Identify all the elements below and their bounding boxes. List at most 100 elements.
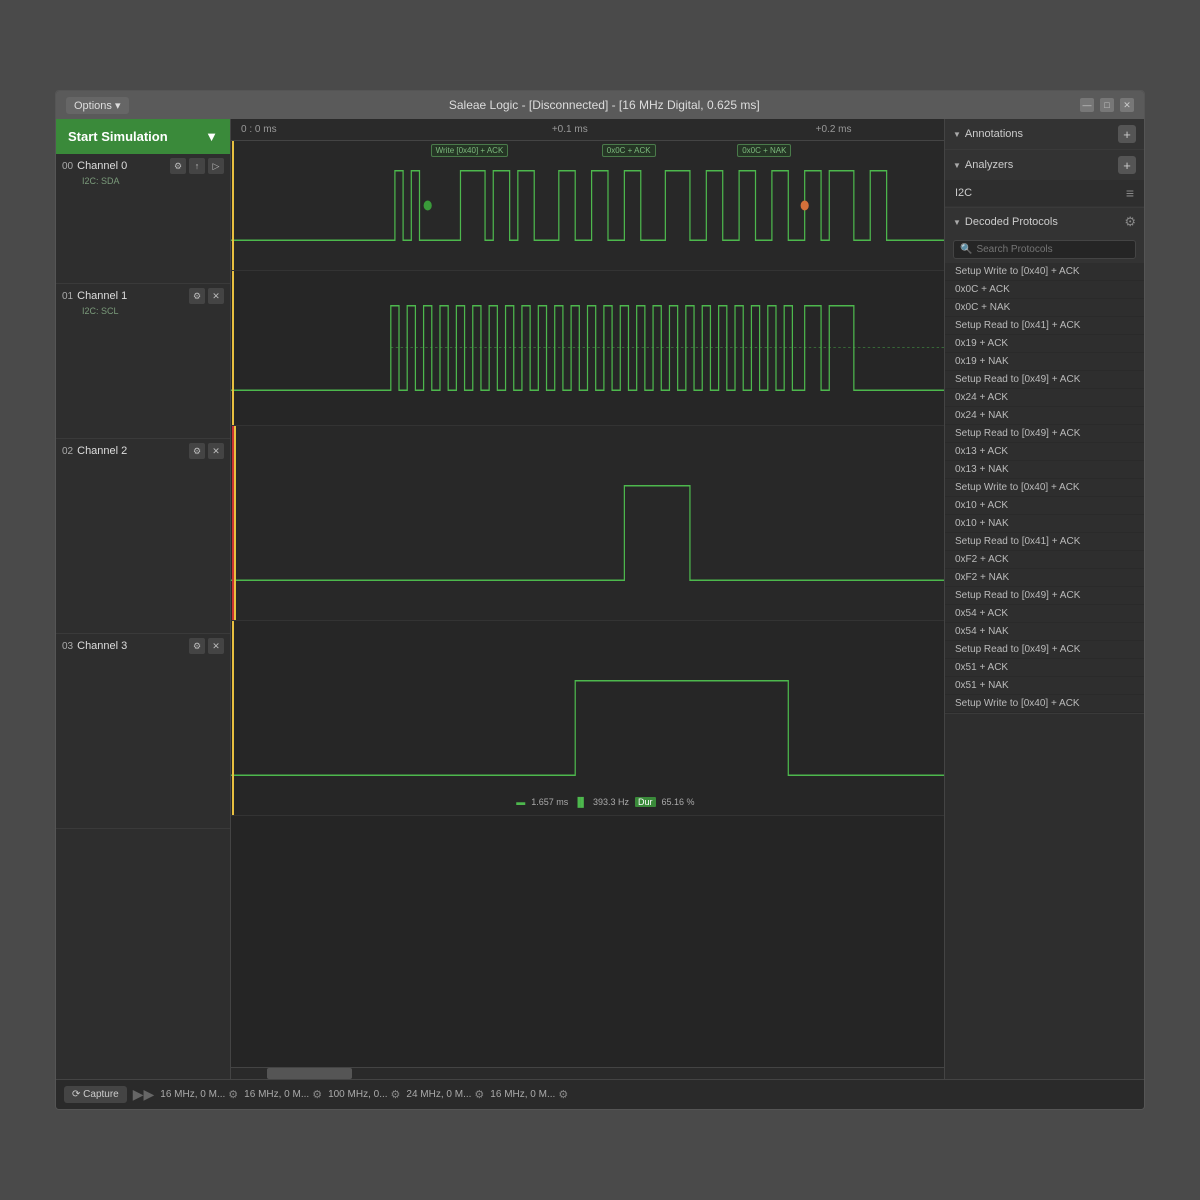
channel-1-name: Channel 1	[77, 290, 189, 302]
horizontal-scrollbar[interactable]	[231, 1067, 944, 1079]
close-button[interactable]: ✕	[1120, 98, 1134, 112]
protocols-search: 🔍	[945, 236, 1144, 263]
channel-1-num: 01	[62, 291, 73, 302]
protocol-list-item[interactable]: 0x13 + NAK	[945, 461, 1144, 479]
protocol-list-item[interactable]: 0x0C + ACK	[945, 281, 1144, 299]
protocol-list-item[interactable]: 0xF2 + ACK	[945, 551, 1144, 569]
annotations-header[interactable]: ▼ Annotations +	[945, 119, 1144, 149]
search-icon: 🔍	[960, 244, 972, 255]
analyzer-i2c-menu[interactable]: ≡	[1126, 185, 1134, 201]
protocol-list-item[interactable]: 0x10 + ACK	[945, 497, 1144, 515]
channel-0-row: 00 Channel 0 ⚙ ↑ ▷ I2C: SDA	[56, 154, 230, 284]
waveform-channels: Write [0x40] + ACK 0x0C + ACK 0x0C + NAK	[231, 141, 944, 1067]
ch-config-gear-4[interactable]: ⚙	[558, 1088, 568, 1101]
protocol-list-item[interactable]: Setup Read to [0x41] + ACK	[945, 533, 1144, 551]
channel-0-header: 00 Channel 0 ⚙ ↑ ▷	[62, 158, 224, 174]
channel-2-name: Channel 2	[77, 445, 189, 457]
ch-config-label-2: 100 MHz, 0...	[328, 1089, 387, 1100]
waveform-area: 0 : 0 ms +0.1 ms +0.2 ms Write [0x40] + …	[231, 119, 944, 1079]
channel-3-name: Channel 3	[77, 640, 189, 652]
channel-1-close[interactable]: ✕	[208, 288, 224, 304]
protocol-list-item[interactable]: 0x24 + ACK	[945, 389, 1144, 407]
ch-config-gear-0[interactable]: ⚙	[228, 1088, 238, 1101]
channel-3-close[interactable]: ✕	[208, 638, 224, 654]
protocol-list-item[interactable]: 0x51 + NAK	[945, 677, 1144, 695]
protocol-list-item[interactable]: Setup Read to [0x49] + ACK	[945, 587, 1144, 605]
channel-2-close[interactable]: ✕	[208, 443, 224, 459]
protocol-list-item[interactable]: 0x54 + ACK	[945, 605, 1144, 623]
ch-config-gear-2[interactable]: ⚙	[391, 1088, 401, 1101]
protocols-search-input[interactable]	[976, 244, 1129, 255]
channel-2-num: 02	[62, 446, 73, 457]
protocol-list-item[interactable]: 0x24 + NAK	[945, 407, 1144, 425]
protocol-list-item[interactable]: 0xF2 + NAK	[945, 569, 1144, 587]
channel-0-controls: ⚙ ↑ ▷	[170, 158, 224, 174]
time-ruler: 0 : 0 ms +0.1 ms +0.2 ms	[231, 119, 944, 141]
app-title: Saleae Logic - [Disconnected] - [16 MHz …	[129, 98, 1081, 112]
protocol-list-item[interactable]: Setup Read to [0x49] + ACK	[945, 425, 1144, 443]
decoded-protocols-gear[interactable]: ⚙	[1124, 214, 1136, 230]
ch-config-gear-1[interactable]: ⚙	[312, 1088, 322, 1101]
waveform-channel-0[interactable]: Write [0x40] + ACK 0x0C + ACK 0x0C + NAK	[231, 141, 944, 271]
protocol-list-item[interactable]: Setup Read to [0x41] + ACK	[945, 317, 1144, 335]
app-window: Options ▾ Saleae Logic - [Disconnected] …	[55, 90, 1145, 1110]
channel-1-gear[interactable]: ⚙	[189, 288, 205, 304]
analyzers-add-btn[interactable]: +	[1118, 156, 1136, 174]
channel-2-gear[interactable]: ⚙	[189, 443, 205, 459]
channel-0-up[interactable]: ↑	[189, 158, 205, 174]
protocol-list-item[interactable]: Setup Write to [0x40] + ACK	[945, 695, 1144, 713]
title-bar: Options ▾ Saleae Logic - [Disconnected] …	[56, 91, 1144, 119]
channel-2-row: 02 Channel 2 ⚙ ✕	[56, 439, 230, 634]
protocol-list-item[interactable]: Setup Write to [0x40] + ACK	[945, 479, 1144, 497]
protocol-list-item[interactable]: 0x13 + ACK	[945, 443, 1144, 461]
search-wrapper[interactable]: 🔍	[953, 240, 1136, 259]
channel-config-2: 100 MHz, 0... ⚙	[328, 1088, 400, 1101]
protocol-list-item[interactable]: Setup Write to [0x40] + ACK	[945, 263, 1144, 281]
protocol-list-item[interactable]: 0x19 + ACK	[945, 335, 1144, 353]
options-button[interactable]: Options ▾	[66, 97, 129, 114]
protocol-list-item[interactable]: Setup Read to [0x49] + ACK	[945, 641, 1144, 659]
start-sim-label: Start Simulation	[68, 129, 168, 144]
channel-config-4: 16 MHz, 0 M... ⚙	[490, 1088, 568, 1101]
ch-config-label-4: 16 MHz, 0 M...	[490, 1089, 555, 1100]
decoded-protocols-header[interactable]: ▼ Decoded Protocols ⚙	[945, 208, 1144, 236]
bottom-bar: ⟳ Capture ▶▶ 16 MHz, 0 M... ⚙ 16 MHz, 0 …	[56, 1079, 1144, 1109]
start-simulation-button[interactable]: Start Simulation ▼	[56, 119, 230, 154]
channel-config-3: 24 MHz, 0 M... ⚙	[406, 1088, 484, 1101]
start-sim-arrow-icon: ▼	[205, 129, 218, 144]
ch-config-gear-3[interactable]: ⚙	[474, 1088, 484, 1101]
channel-1-controls: ⚙ ✕	[189, 288, 224, 304]
channel-0-gear[interactable]: ⚙	[170, 158, 186, 174]
analyzers-section: ▼ Analyzers + I2C ≡	[945, 150, 1144, 208]
protocol-list-item[interactable]: Setup Read to [0x49] + ACK	[945, 371, 1144, 389]
analyzer-i2c-name: I2C	[955, 187, 972, 199]
protocol-list-item[interactable]: 0x54 + NAK	[945, 623, 1144, 641]
window-controls: — □ ✕	[1080, 98, 1134, 112]
waveform-channel-3[interactable]: ▬ 1.657 ms ▐▌ 393.3 Hz Dur 65.16 %	[231, 621, 944, 816]
waveform-channel-2[interactable]	[231, 426, 944, 621]
marker-dot-green	[424, 201, 432, 211]
cursor-line-yellow	[232, 141, 234, 270]
analyzers-header[interactable]: ▼ Analyzers +	[945, 150, 1144, 180]
protocol-list-item[interactable]: 0x0C + NAK	[945, 299, 1144, 317]
channel-2-header: 02 Channel 2 ⚙ ✕	[62, 443, 224, 459]
maximize-button[interactable]: □	[1100, 98, 1114, 112]
ch-config-label-0: 16 MHz, 0 M...	[160, 1089, 225, 1100]
analyzers-triangle: ▼	[953, 161, 961, 170]
protocol-list: Setup Write to [0x40] + ACK0x0C + ACK0x0…	[945, 263, 1144, 713]
channel-3-gear[interactable]: ⚙	[189, 638, 205, 654]
scrollbar-thumb[interactable]	[267, 1068, 353, 1079]
waveform-channel-1[interactable]	[231, 271, 944, 426]
minimize-button[interactable]: —	[1080, 98, 1094, 112]
protocol-list-item[interactable]: 0x10 + NAK	[945, 515, 1144, 533]
channel-config-0: 16 MHz, 0 M... ⚙	[160, 1088, 238, 1101]
capture-button[interactable]: ⟳ Capture	[64, 1086, 127, 1103]
protocol-list-item[interactable]: 0x51 + ACK	[945, 659, 1144, 677]
protocol-list-item[interactable]: 0x19 + NAK	[945, 353, 1144, 371]
annotations-triangle: ▼	[953, 130, 961, 139]
time-label-0: 0 : 0 ms	[241, 124, 277, 135]
channel-0-forward[interactable]: ▷	[208, 158, 224, 174]
time-label-2: +0.2 ms	[816, 124, 852, 135]
decoded-protocols-triangle: ▼	[953, 218, 961, 227]
annotations-add-btn[interactable]: +	[1118, 125, 1136, 143]
